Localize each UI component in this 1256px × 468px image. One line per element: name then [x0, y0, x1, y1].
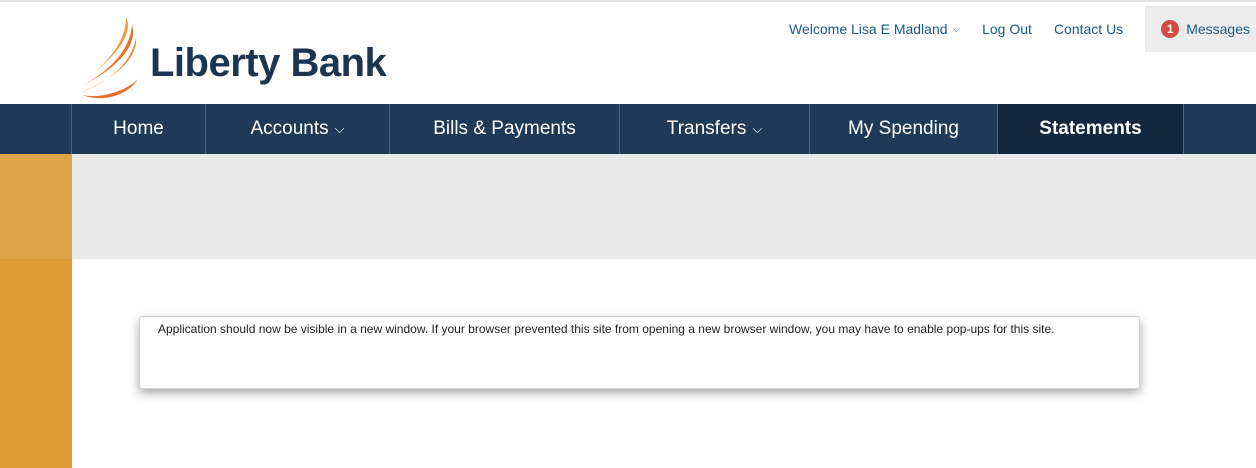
messages-button[interactable]: 1 Messages — [1145, 6, 1256, 52]
utility-bar: Welcome Lisa E Madland ⌵ Log Out Contact… — [789, 6, 1256, 52]
nav-item-my-spending[interactable]: My Spending — [810, 104, 998, 154]
nav-item-label: Statements — [1039, 118, 1142, 139]
page-banner — [72, 154, 1256, 259]
liberty-bank-logo[interactable]: Liberty Bank — [76, 14, 387, 102]
page: Liberty Bank Welcome Lisa E Madland ⌵ Lo… — [0, 0, 1256, 468]
notice-text: Application should now be visible in a n… — [158, 322, 1055, 336]
nav-gutter — [0, 104, 72, 154]
header: Liberty Bank Welcome Lisa E Madland ⌵ Lo… — [0, 0, 1256, 104]
side-accent-bottom — [0, 259, 72, 468]
sail-flame-logo-icon — [80, 17, 138, 99]
welcome-label: Welcome Lisa E Madland — [789, 21, 948, 37]
nav-item-home[interactable]: Home — [72, 104, 206, 154]
popup-notice: Application should now be visible in a n… — [139, 316, 1140, 389]
messages-count-badge: 1 — [1161, 20, 1180, 38]
nav-item-label: Transfers — [666, 118, 747, 139]
contact-us-link[interactable]: Contact Us — [1054, 21, 1123, 37]
chevron-down-icon: ⌵ — [334, 121, 345, 136]
side-accent-top — [0, 154, 72, 259]
nav-item-transfers[interactable]: Transfers ⌵ — [620, 104, 810, 154]
brand-name: Liberty Bank — [150, 40, 387, 85]
chevron-down-icon: ⌵ — [952, 23, 961, 35]
nav-item-bills-payments[interactable]: Bills & Payments — [390, 104, 620, 154]
nav-item-label: Home — [113, 118, 164, 139]
logout-link[interactable]: Log Out — [982, 21, 1032, 37]
main-nav: Home Accounts ⌵ Bills & Payments Transfe… — [0, 104, 1256, 154]
welcome-menu[interactable]: Welcome Lisa E Madland ⌵ — [789, 21, 960, 37]
nav-item-label: Bills & Payments — [433, 118, 576, 139]
nav-item-accounts[interactable]: Accounts ⌵ — [206, 104, 390, 154]
messages-label: Messages — [1186, 21, 1250, 37]
nav-item-label: Accounts — [250, 118, 329, 139]
chevron-down-icon: ⌵ — [752, 121, 763, 136]
nav-item-label: My Spending — [848, 118, 959, 139]
nav-item-statements[interactable]: Statements — [998, 104, 1184, 154]
